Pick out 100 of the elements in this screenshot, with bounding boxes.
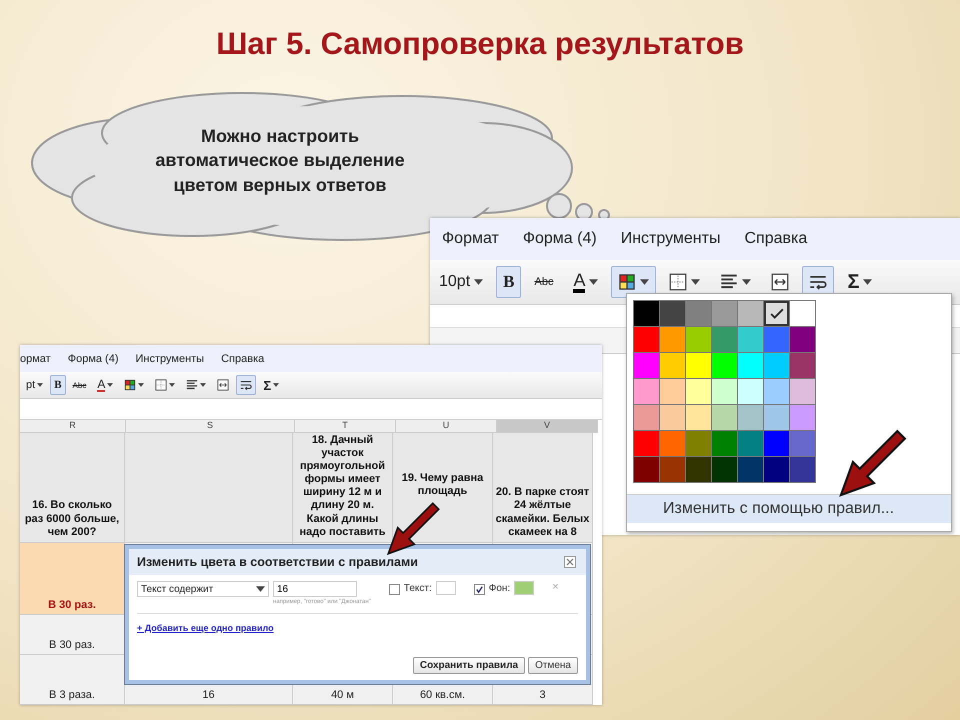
align-left-icon: [186, 379, 198, 391]
menu-item[interactable]: Справка: [744, 230, 808, 248]
color-swatch[interactable]: [738, 327, 763, 352]
value-field[interactable]: 16: [273, 581, 357, 597]
checkbox[interactable]: [474, 584, 485, 595]
wrap-text-icon: [240, 379, 252, 391]
column-header[interactable]: T: [295, 420, 396, 433]
color-swatch[interactable]: [738, 457, 763, 482]
color-swatch[interactable]: [712, 353, 737, 378]
menu-item[interactable]: Форма (4): [68, 352, 118, 364]
color-swatch[interactable]: [764, 301, 789, 326]
color-swatch[interactable]: [686, 405, 711, 430]
color-swatch[interactable]: [790, 457, 815, 482]
pointer-arrow: [386, 504, 438, 556]
add-rule-link[interactable]: + Добавить еще одно правило: [137, 623, 274, 633]
borders-icon: [669, 273, 688, 291]
option-label: Фон:: [488, 583, 510, 594]
color-swatch[interactable]: [634, 353, 659, 378]
wrap-button[interactable]: [236, 375, 256, 395]
text-color-button[interactable]: A: [566, 266, 606, 298]
color-swatch[interactable]: [790, 353, 815, 378]
menu-item[interactable]: Изменить с помощью правил...: [627, 494, 951, 523]
column-header[interactable]: U: [396, 420, 497, 433]
fill-color-button[interactable]: [611, 266, 656, 298]
color-swatch[interactable]: [764, 431, 789, 456]
color-swatch[interactable]: [790, 327, 815, 352]
color-swatch[interactable]: [686, 431, 711, 456]
color-swatch[interactable]: [764, 327, 789, 352]
menu-item[interactable]: Инструменты: [620, 230, 720, 248]
color-swatch[interactable]: [660, 379, 685, 404]
color-swatch[interactable]: [686, 379, 711, 404]
color-swatch[interactable]: [634, 327, 659, 352]
color-swatch[interactable]: [660, 405, 685, 430]
header-cell: 19. Чему равна площадь: [393, 433, 493, 543]
checkmark-icon: [770, 308, 784, 320]
color-swatch[interactable]: [764, 353, 789, 378]
column-header[interactable]: S: [126, 420, 295, 433]
strike-button[interactable]: Abc: [527, 266, 560, 298]
color-swatch[interactable]: [634, 301, 659, 326]
color-swatch[interactable]: [790, 301, 815, 326]
color-swatch[interactable]: [660, 301, 685, 326]
font-size-button[interactable]: pt: [22, 375, 48, 395]
color-swatch[interactable]: [686, 353, 711, 378]
color-swatch[interactable]: [738, 405, 763, 430]
color-swatch[interactable]: [686, 327, 711, 352]
color-swatch[interactable]: [738, 431, 763, 456]
condition-dropdown[interactable]: Текст содержит: [137, 581, 269, 597]
bold-button[interactable]: B: [50, 375, 66, 395]
align-left-icon: [720, 273, 738, 291]
color-swatch[interactable]: [738, 353, 763, 378]
color-swatch[interactable]: [712, 431, 737, 456]
color-swatch[interactable]: [712, 327, 737, 352]
strike-button[interactable]: Abc: [68, 375, 90, 395]
color-swatch[interactable]: [660, 327, 685, 352]
caret-icon: [474, 279, 484, 285]
color-swatch[interactable]: [790, 431, 815, 456]
table-cell: В 30 раз.: [20, 543, 125, 615]
color-swatch[interactable]: [660, 457, 685, 482]
color-swatch[interactable]: [764, 379, 789, 404]
color-swatch[interactable]: [660, 353, 685, 378]
slide-title: Шаг 5. Самопроверка результатов: [215, 26, 745, 62]
color-swatch[interactable]: [764, 405, 789, 430]
color-swatch[interactable]: [712, 405, 737, 430]
save-button[interactable]: Сохранить правила: [412, 657, 526, 674]
color-swatch[interactable]: [790, 379, 815, 404]
color-swatch[interactable]: [634, 431, 659, 456]
color-swatch[interactable]: [634, 405, 659, 430]
caret-icon: [273, 383, 280, 387]
caret-icon: [691, 279, 700, 285]
menu-item[interactable]: Справка: [221, 352, 264, 364]
column-header[interactable]: R: [20, 420, 126, 433]
checkbox[interactable]: [388, 584, 400, 595]
sum-button[interactable]: Σ: [840, 266, 880, 298]
color-swatch[interactable]: [634, 379, 659, 404]
cancel-button[interactable]: Отмена: [528, 657, 578, 674]
font-size-button[interactable]: 10pt: [432, 266, 490, 298]
color-swatch[interactable]: [634, 457, 659, 482]
color-swatch[interactable]: [712, 457, 737, 482]
menu-item[interactable]: Форма (4): [522, 230, 597, 248]
color-swatch[interactable]: [764, 457, 789, 482]
text-color-button[interactable]: A: [93, 375, 118, 395]
header-cell: 20. В парке стоят 24 жёлтые скамейки. Белых скамеек на 8: [493, 433, 593, 543]
color-swatch[interactable]: [712, 379, 737, 404]
color-swatch[interactable]: [738, 301, 763, 326]
bold-button[interactable]: B: [496, 266, 522, 298]
color-swatch[interactable]: [712, 301, 737, 326]
table-cell: В 30 раз.: [20, 615, 125, 655]
close-icon[interactable]: [564, 556, 576, 568]
caret-icon: [200, 383, 206, 387]
sum-button[interactable]: Σ: [259, 375, 284, 395]
color-swatch[interactable]: [738, 379, 763, 404]
menu-item[interactable]: Формат: [442, 230, 499, 248]
color-swatch[interactable]: [686, 301, 711, 326]
menu-item[interactable]: Инструменты: [136, 352, 204, 364]
caret-icon: [742, 279, 752, 285]
color-swatch[interactable]: [660, 431, 685, 456]
color-swatch[interactable]: [686, 457, 711, 482]
menu-item[interactable]: ормат: [20, 352, 51, 364]
column-header[interactable]: V: [497, 420, 598, 433]
color-swatch[interactable]: [790, 405, 815, 430]
